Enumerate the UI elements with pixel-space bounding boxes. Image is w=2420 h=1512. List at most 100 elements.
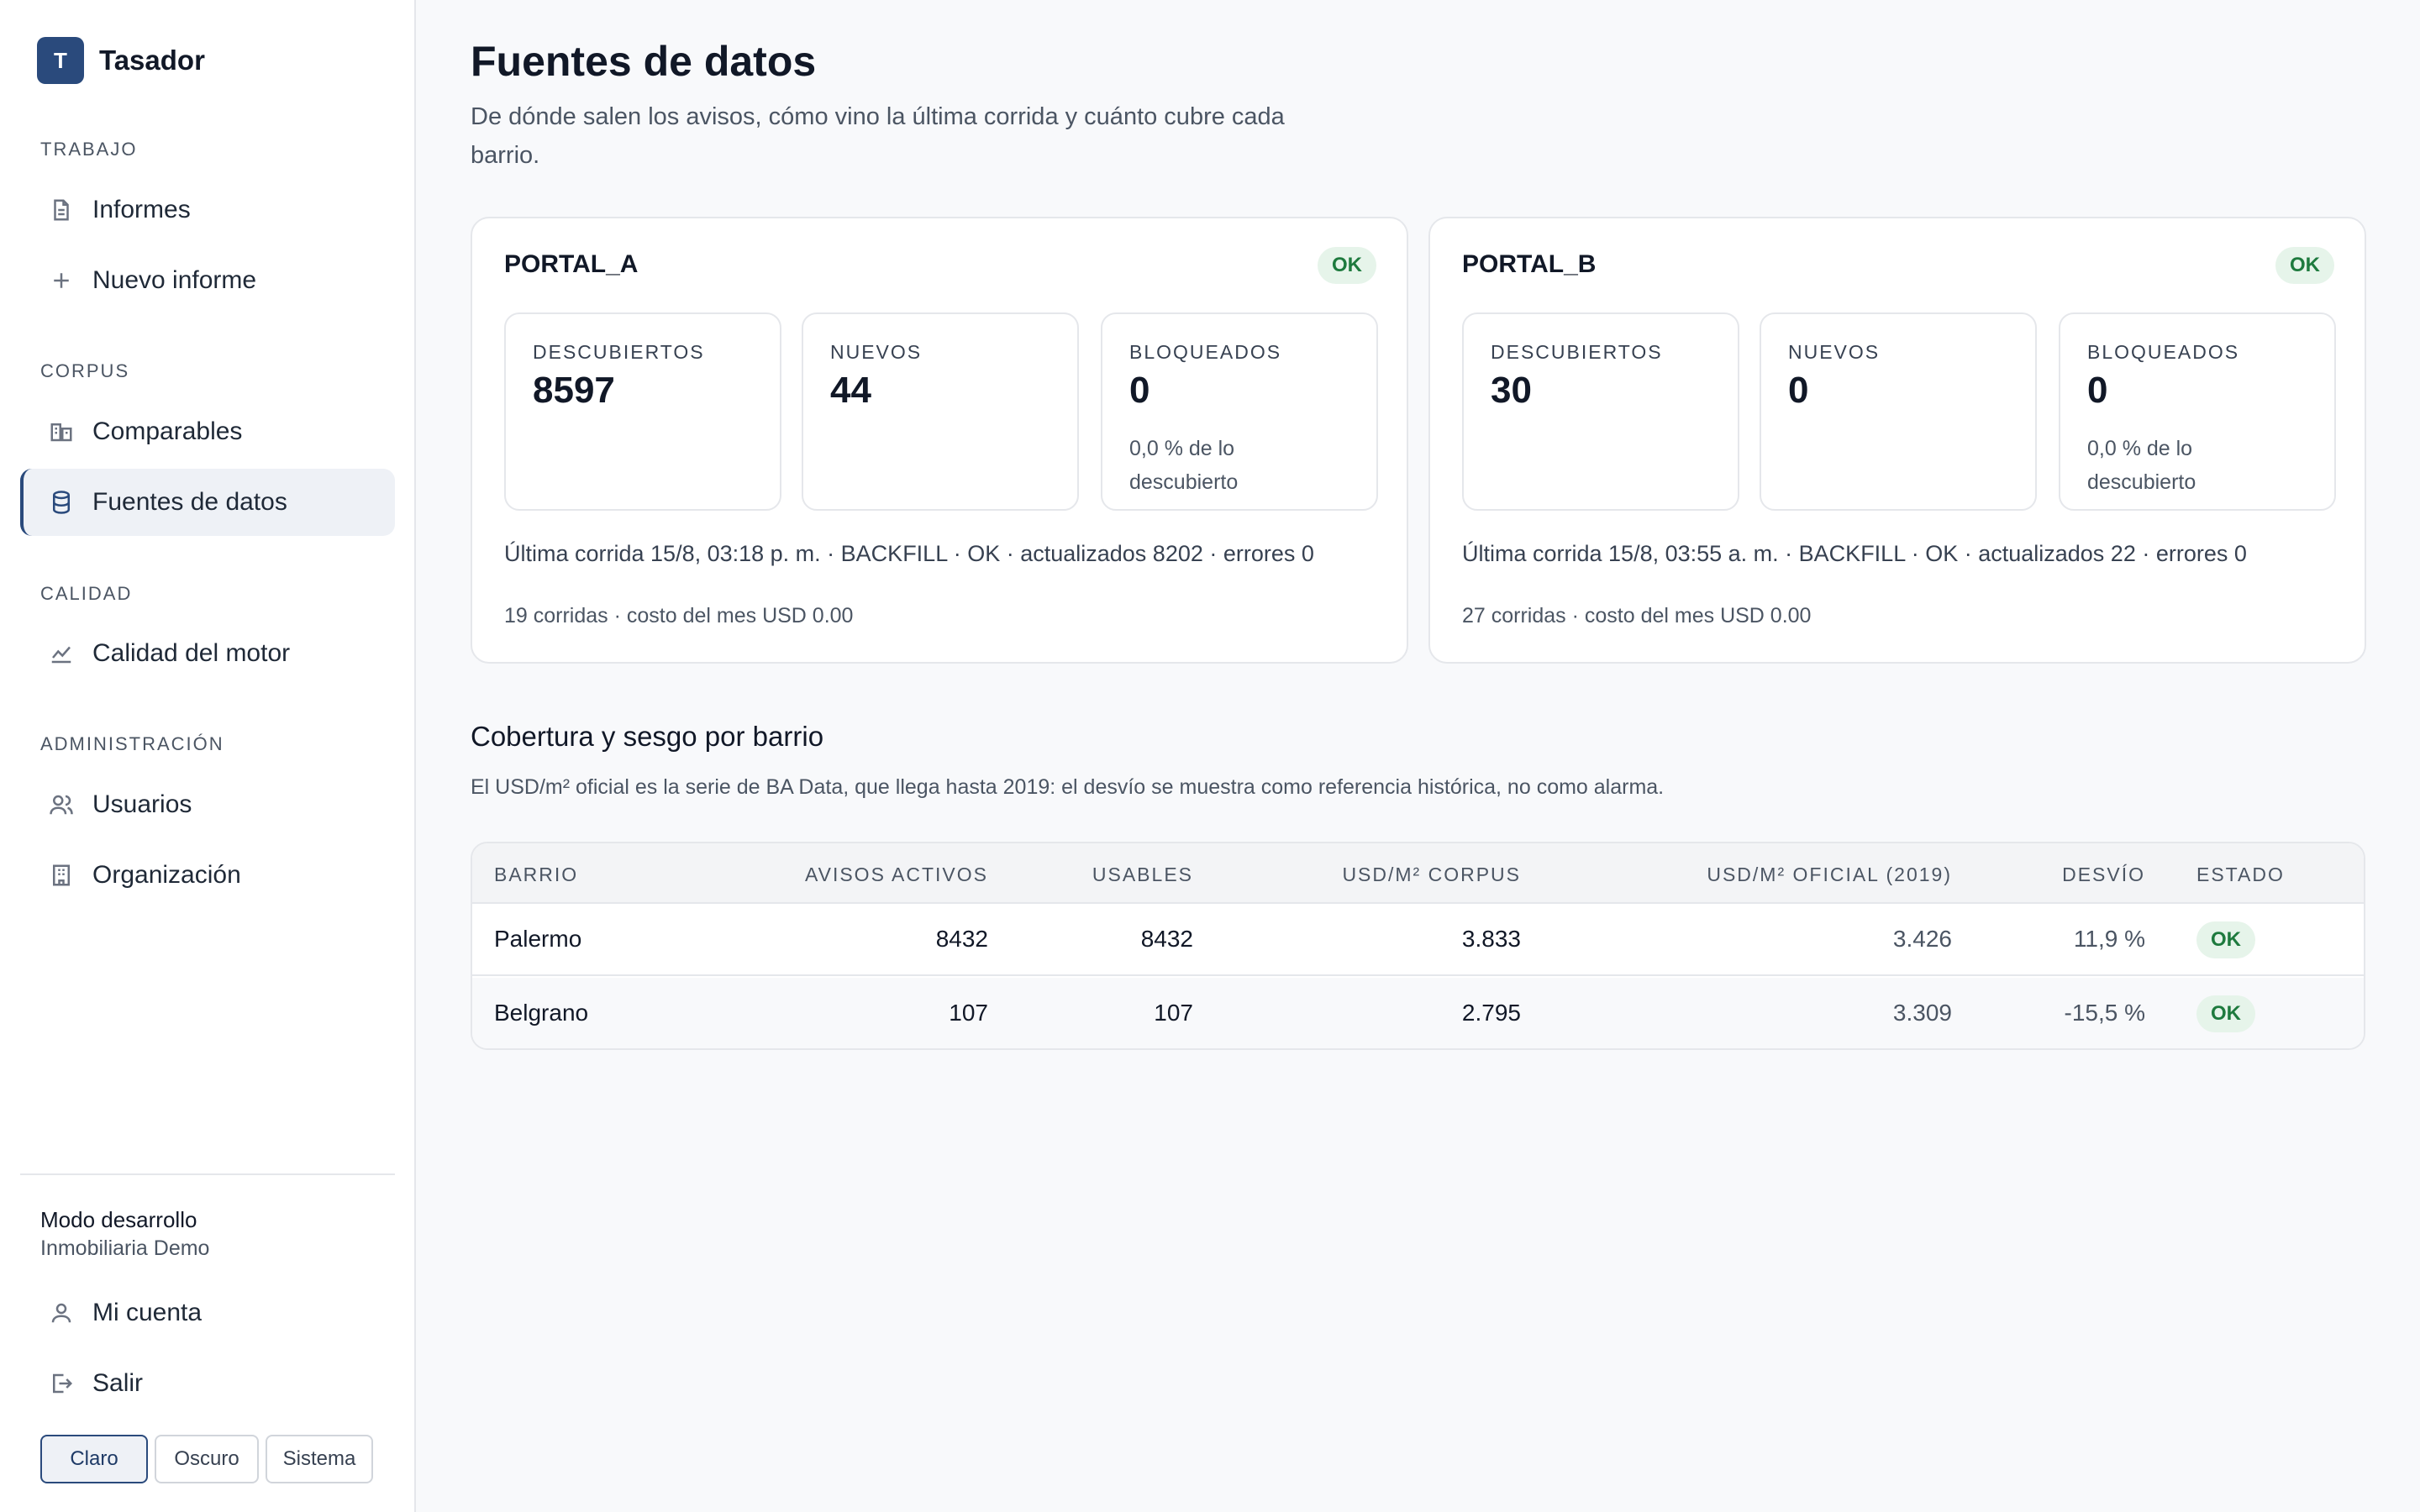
theme-oscuro-button[interactable]: Oscuro [155, 1435, 259, 1483]
document-icon [47, 196, 76, 224]
status-badge: OK [1318, 247, 1376, 284]
nav-section-administracion: ADMINISTRACIÓN [40, 733, 224, 754]
cell-usd-oficial: 3.309 [1892, 1000, 1952, 1026]
stat-value: 8597 [533, 370, 615, 411]
stat-descubiertos: DESCUBIERTOS 30 [1462, 312, 1739, 511]
stat-value: 30 [1491, 370, 1532, 411]
cell-usd-corpus: 2.795 [1461, 1000, 1521, 1026]
coverage-title: Cobertura y sesgo por barrio [471, 721, 824, 752]
sidebar-item-comparables[interactable]: Comparables [20, 398, 395, 465]
stat-label: DESCUBIERTOS [533, 341, 705, 363]
table-row[interactable]: Palermo 8432 8432 3.833 3.426 11,9 % OK [472, 904, 2364, 976]
col-avisos-activos[interactable]: AVISOS ACTIVOS [805, 864, 988, 886]
cell-usables: 107 [1154, 1000, 1193, 1026]
last-run-info: Última corrida 15/8, 03:55 a. m. · BACKF… [1462, 541, 2247, 566]
sidebar-item-label: Informes [92, 196, 191, 223]
sidebar-item-organizacion[interactable]: Organización [20, 842, 395, 909]
sidebar-divider [20, 1173, 395, 1175]
status-badge: OK [2196, 921, 2255, 958]
last-run-info: Última corrida 15/8, 03:18 p. m. · BACKF… [504, 541, 1314, 566]
theme-sistema-button[interactable]: Sistema [266, 1435, 373, 1483]
building-icon [47, 861, 76, 890]
col-desvio[interactable]: DESVÍO [2062, 864, 2145, 886]
sidebar-item-salir[interactable]: Salir [20, 1350, 395, 1417]
stat-bloqueados: BLOQUEADOS 0 0,0 % de lo descubierto [2059, 312, 2336, 511]
nav-section-trabajo: TRABAJO [40, 139, 138, 160]
sidebar-item-label: Mi cuenta [92, 1299, 203, 1326]
user-icon [47, 1299, 76, 1327]
cell-barrio: Belgrano [494, 1000, 589, 1026]
stat-descubiertos: DESCUBIERTOS 8597 [504, 312, 781, 511]
coverage-description: El USD/m² oficial es la serie de BA Data… [471, 775, 1665, 799]
stat-label: NUEVOS [830, 341, 923, 363]
page-subtitle: De dónde salen los avisos, cómo vino la … [471, 103, 1285, 169]
stat-note: 0,0 % de lo descubierto [2087, 437, 2196, 494]
source-card-portal-a: PORTAL_A OK DESCUBIERTOS 8597 NUEVOS 44 … [471, 217, 1408, 664]
page-title: Fuentes de datos [471, 38, 817, 85]
sidebar-item-fuentes-de-datos[interactable]: Fuentes de datos [20, 469, 395, 536]
stat-nuevos: NUEVOS 44 [802, 312, 1079, 511]
database-icon [47, 488, 76, 517]
brand[interactable]: T Tasador [37, 37, 205, 84]
nav-section-corpus: CORPUS [40, 360, 130, 381]
plus-icon [47, 266, 76, 295]
status-badge: OK [2196, 995, 2255, 1032]
col-estado[interactable]: ESTADO [2196, 864, 2285, 886]
dev-mode-label: Modo desarrollo [40, 1207, 197, 1232]
brand-name: Tasador [99, 45, 205, 76]
sidebar-item-label: Comparables [92, 417, 243, 445]
source-name: PORTAL_B [1462, 250, 1597, 278]
stat-value: 0 [1129, 370, 1150, 411]
stat-nuevos: NUEVOS 0 [1760, 312, 2037, 511]
stat-label: DESCUBIERTOS [1491, 341, 1663, 363]
line-chart-icon [47, 639, 76, 668]
users-icon [47, 790, 76, 819]
coverage-table: BARRIO AVISOS ACTIVOS USABLES USD/M² COR… [471, 842, 2365, 1050]
theme-switcher: Claro Oscuro Sistema [40, 1435, 373, 1483]
sidebar-item-informes[interactable]: Informes [20, 176, 395, 244]
cell-desvio: 11,9 % [2073, 926, 2145, 952]
col-barrio[interactable]: BARRIO [494, 864, 578, 886]
sidebar-item-label: Fuentes de datos [92, 488, 287, 516]
col-usables[interactable]: USABLES [1092, 864, 1193, 886]
col-usd-oficial[interactable]: USD/M² OFICIAL (2019) [1707, 864, 1952, 886]
nav-section-calidad: CALIDAD [40, 583, 133, 604]
stat-label: BLOQUEADOS [2087, 341, 2240, 363]
stat-value: 0 [1788, 370, 1809, 411]
stat-label: BLOQUEADOS [1129, 341, 1282, 363]
brand-logo: T [37, 37, 84, 84]
sidebar-item-label: Salir [92, 1369, 144, 1397]
stat-bloqueados: BLOQUEADOS 0 0,0 % de lo descubierto [1101, 312, 1378, 511]
table-row[interactable]: Belgrano 107 107 2.795 3.309 -15,5 % OK [472, 978, 2364, 1048]
source-name: PORTAL_A [504, 250, 639, 278]
cell-usd-corpus: 3.833 [1461, 926, 1521, 952]
stat-value: 44 [830, 370, 871, 411]
sidebar-item-label: Nuevo informe [92, 266, 257, 294]
organization-name: Inmobiliaria Demo [40, 1236, 210, 1260]
stat-note: 0,0 % de lo descubierto [1129, 437, 1239, 494]
theme-claro-button[interactable]: Claro [40, 1435, 148, 1483]
sidebar-item-mi-cuenta[interactable]: Mi cuenta [20, 1279, 395, 1347]
col-usd-corpus[interactable]: USD/M² CORPUS [1342, 864, 1521, 886]
sidebar-item-usuarios[interactable]: Usuarios [20, 771, 395, 838]
sidebar-item-calidad-del-motor[interactable]: Calidad del motor [20, 620, 395, 687]
cell-avisos-activos: 8432 [935, 926, 988, 952]
sidebar-item-label: Organización [92, 861, 241, 889]
stat-value: 0 [2087, 370, 2108, 411]
sidebar-item-label: Usuarios [92, 790, 192, 818]
cell-avisos-activos: 107 [949, 1000, 988, 1026]
run-cost-info: 27 corridas · costo del mes USD 0.00 [1462, 604, 1812, 627]
cell-usd-oficial: 3.426 [1892, 926, 1952, 952]
run-cost-info: 19 corridas · costo del mes USD 0.00 [504, 604, 854, 627]
cell-desvio: -15,5 % [2064, 1000, 2146, 1026]
sidebar: T Tasador TRABAJO Informes Nuevo informe… [0, 0, 416, 1512]
stat-label: NUEVOS [1788, 341, 1881, 363]
table-header: BARRIO AVISOS ACTIVOS USABLES USD/M² COR… [472, 843, 2364, 904]
cell-barrio: Palermo [494, 926, 582, 952]
sidebar-item-label: Calidad del motor [92, 639, 291, 667]
sidebar-item-nuevo-informe[interactable]: Nuevo informe [20, 247, 395, 314]
cell-usables: 8432 [1140, 926, 1193, 952]
source-card-portal-b: PORTAL_B OK DESCUBIERTOS 30 NUEVOS 0 BLO… [1428, 217, 2366, 664]
logout-icon [47, 1369, 76, 1398]
buildings-icon [47, 417, 76, 446]
